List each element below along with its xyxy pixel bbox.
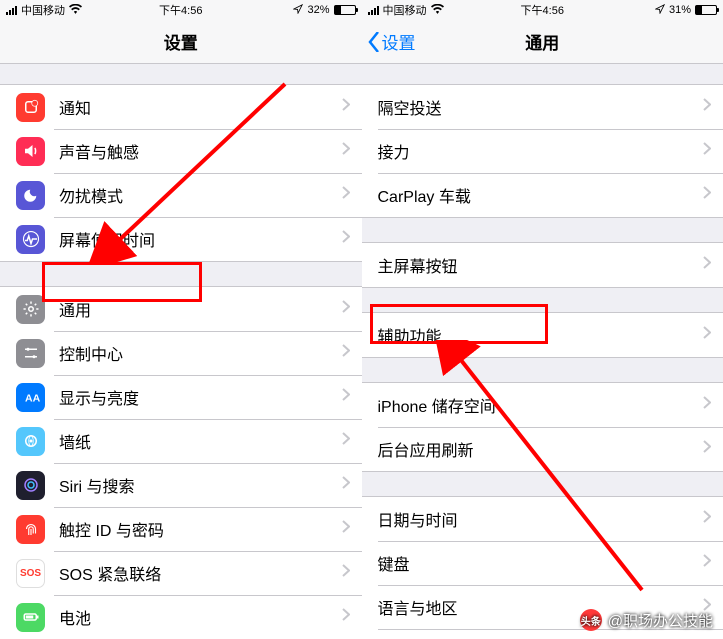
row-control-center[interactable]: 控制中心 xyxy=(0,331,362,375)
row-airdrop[interactable]: 隔空投送 xyxy=(362,85,723,129)
nav-bar: 设置 通用 xyxy=(362,20,723,64)
row-notifications[interactable]: 通知 xyxy=(0,85,362,129)
row-emergency-sos[interactable]: SOS SOS 紧急联络 xyxy=(0,551,362,595)
chevron-right-icon xyxy=(703,186,711,204)
battery-icon xyxy=(695,5,717,15)
chevron-right-icon xyxy=(342,142,350,160)
row-general[interactable]: 通用 xyxy=(0,287,362,331)
row-screen-time[interactable]: 屏幕使用时间 xyxy=(0,217,362,261)
display-brightness-icon: AA xyxy=(16,383,45,412)
battery-icon xyxy=(16,603,45,632)
row-label: 勿扰模式 xyxy=(59,183,342,207)
clock: 下午4:56 xyxy=(0,2,362,18)
row-label: 辅助功能 xyxy=(378,323,704,347)
row-label: 主屏幕按钮 xyxy=(378,253,704,277)
row-battery[interactable]: 电池 xyxy=(0,595,362,639)
row-label: Siri 与搜索 xyxy=(59,473,342,497)
row-home-button[interactable]: 主屏幕按钮 xyxy=(362,243,723,287)
chevron-right-icon xyxy=(342,388,350,406)
sounds-haptics-icon xyxy=(16,137,45,166)
row-label: 通用 xyxy=(59,297,342,321)
row-date-time[interactable]: 日期与时间 xyxy=(362,497,723,541)
row-label: 控制中心 xyxy=(59,341,342,365)
clock: 下午4:56 xyxy=(362,2,723,18)
wallpaper-icon xyxy=(16,427,45,456)
row-carplay[interactable]: CarPlay 车载 xyxy=(362,173,723,217)
chevron-right-icon xyxy=(342,344,350,362)
phone-settings: 中国移动 下午4:56 32% 设置 通知声音与触感勿扰模式屏幕使用时间通用控制… xyxy=(0,0,362,639)
row-display-brightness[interactable]: AA 显示与亮度 xyxy=(0,375,362,419)
chevron-right-icon xyxy=(342,300,350,318)
row-label: CarPlay 车载 xyxy=(378,183,704,207)
chevron-right-icon xyxy=(342,608,350,626)
chevron-right-icon xyxy=(342,564,350,582)
chevron-right-icon xyxy=(703,440,711,458)
watermark-icon: 头条 xyxy=(580,609,602,631)
chevron-right-icon xyxy=(703,396,711,414)
svg-text:AA: AA xyxy=(25,393,40,405)
row-background-refresh[interactable]: 后台应用刷新 xyxy=(362,427,723,471)
battery-icon xyxy=(334,5,356,15)
row-handoff[interactable]: 接力 xyxy=(362,129,723,173)
emergency-sos-icon: SOS xyxy=(16,559,45,588)
screen-time-icon xyxy=(16,225,45,254)
row-label: 接力 xyxy=(378,139,704,163)
chevron-right-icon xyxy=(342,186,350,204)
back-button[interactable]: 设置 xyxy=(368,29,416,54)
chevron-right-icon xyxy=(342,476,350,494)
row-accessibility[interactable]: 辅助功能 xyxy=(362,313,723,357)
do-not-disturb-icon xyxy=(16,181,45,210)
row-iphone-storage[interactable]: iPhone 储存空间 xyxy=(362,383,723,427)
row-label: 屏幕使用时间 xyxy=(59,227,342,251)
chevron-right-icon xyxy=(342,98,350,116)
row-touchid-passcode[interactable]: 触控 ID 与密码 xyxy=(0,507,362,551)
phone-general: 中国移动 下午4:56 31% 设置 通用 隔空投送接力CarPlay 车载主屏 xyxy=(362,0,723,639)
row-label: iPhone 储存空间 xyxy=(378,393,704,417)
row-label: 电池 xyxy=(59,605,342,629)
row-siri-search[interactable]: Siri 与搜索 xyxy=(0,463,362,507)
row-label: 键盘 xyxy=(378,551,704,575)
row-label: 墙纸 xyxy=(59,429,342,453)
row-label: 显示与亮度 xyxy=(59,385,342,409)
status-bar: 中国移动 下午4:56 31% xyxy=(362,0,723,20)
chevron-right-icon xyxy=(342,432,350,450)
row-do-not-disturb[interactable]: 勿扰模式 xyxy=(0,173,362,217)
control-center-icon xyxy=(16,339,45,368)
chevron-right-icon xyxy=(703,98,711,116)
chevron-right-icon xyxy=(703,510,711,528)
chevron-right-icon xyxy=(342,230,350,248)
row-label: 声音与触感 xyxy=(59,139,342,163)
row-label: 通知 xyxy=(59,95,342,119)
nav-bar: 设置 xyxy=(0,20,362,64)
chevron-right-icon xyxy=(703,326,711,344)
row-label: 隔空投送 xyxy=(378,95,704,119)
chevron-right-icon xyxy=(342,520,350,538)
row-sounds-haptics[interactable]: 声音与触感 xyxy=(0,129,362,173)
siri-search-icon xyxy=(16,471,45,500)
row-label: SOS 紧急联络 xyxy=(59,561,342,585)
status-bar: 中国移动 下午4:56 32% xyxy=(0,0,362,20)
row-wallpaper[interactable]: 墙纸 xyxy=(0,419,362,463)
general-icon xyxy=(16,295,45,324)
row-label: 日期与时间 xyxy=(378,507,704,531)
row-keyboard[interactable]: 键盘 xyxy=(362,541,723,585)
page-title: 通用 xyxy=(525,29,559,54)
watermark-text: @职场办公技能 xyxy=(608,610,713,631)
chevron-right-icon xyxy=(703,554,711,572)
row-label: 后台应用刷新 xyxy=(378,437,704,461)
back-label: 设置 xyxy=(382,29,416,54)
row-label: 触控 ID 与密码 xyxy=(59,517,342,541)
notifications-icon xyxy=(16,93,45,122)
chevron-right-icon xyxy=(703,142,711,160)
watermark: 头条 @职场办公技能 xyxy=(580,609,713,631)
chevron-right-icon xyxy=(703,256,711,274)
page-title: 设置 xyxy=(164,29,198,54)
touchid-passcode-icon xyxy=(16,515,45,544)
